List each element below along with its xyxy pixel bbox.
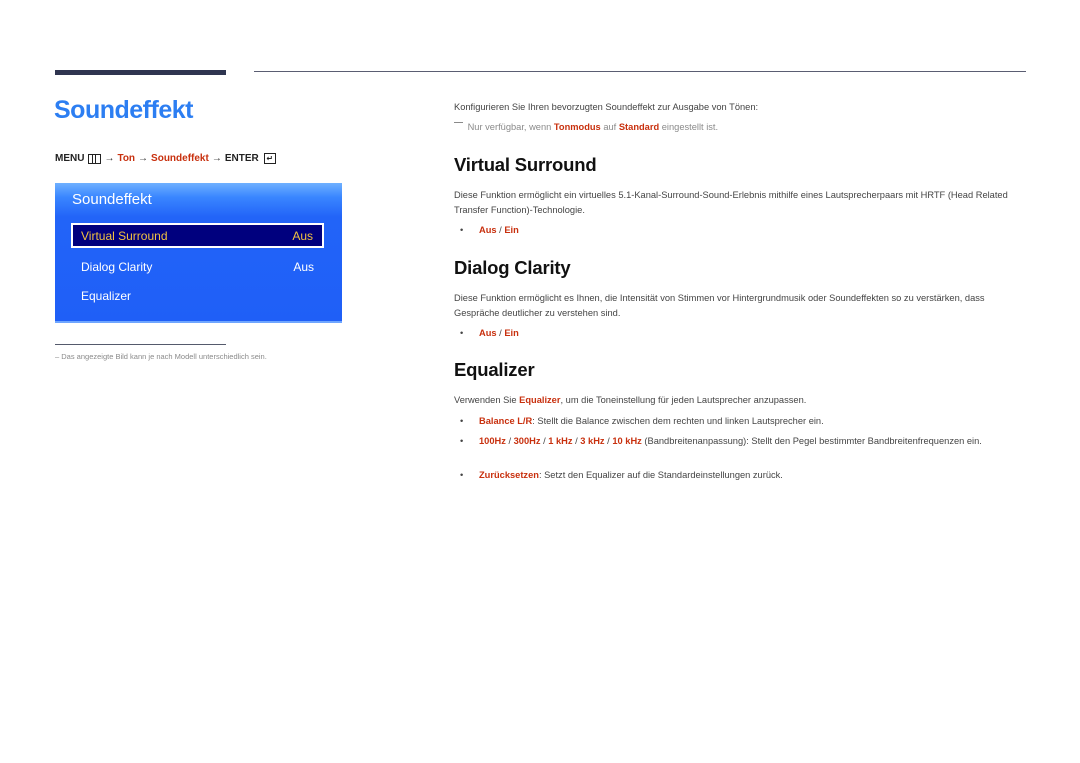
option-ein: Ein (504, 328, 519, 338)
menu-step-soundeffekt: Soundeffekt (151, 153, 209, 164)
osd-item-label: Virtual Surround (81, 228, 168, 243)
availability-note: Nur verfügbar, wenn Tonmodus auf Standar… (454, 122, 718, 132)
note-term-tonmodus: Tonmodus (553, 122, 601, 132)
enter-return-icon: ↵ (263, 153, 276, 164)
option-ein: Ein (504, 225, 519, 235)
arrow-icon: → (211, 153, 222, 164)
option-aus: Aus (479, 328, 497, 338)
osd-menu-panel: Soundeffekt Virtual Surround Aus Dialog … (55, 183, 342, 323)
arrow-icon: → (138, 153, 149, 164)
header-rule-thin (254, 71, 1026, 72)
footnote-dash: – (55, 352, 60, 361)
header-rule-thick (55, 70, 226, 75)
note-mid: auf (603, 122, 617, 132)
bullet-icon: • (460, 225, 464, 235)
intro-text: Konfigurieren Sie Ihren bevorzugten Soun… (454, 102, 759, 112)
options-dialog-clarity: • Aus / Ein (460, 326, 1030, 341)
bullet-icon: • (460, 416, 464, 426)
note-term-standard: Standard (618, 122, 660, 132)
osd-item-virtual-surround[interactable]: Virtual Surround Aus (71, 223, 324, 248)
osd-item-label: Dialog Clarity (81, 259, 153, 274)
term-300hz: 300Hz (513, 436, 541, 446)
desc-dialog-clarity: Diese Funktion ermöglicht es Ihnen, die … (454, 293, 985, 318)
term-10khz: 10 kHz (612, 436, 642, 446)
heading-virtual-surround: Virtual Surround (454, 154, 597, 175)
footnote: – Das angezeigte Bild kann je nach Model… (55, 352, 267, 361)
bullet-text: : Stellt die Balance zwischen dem rechte… (532, 416, 824, 426)
heading-dialog-clarity: Dialog Clarity (454, 257, 571, 278)
menu-step-ton: Ton (117, 153, 136, 164)
desc-term-equalizer: Equalizer (519, 395, 561, 405)
note-prefix: Nur verfügbar, wenn (467, 122, 552, 132)
desc-suffix: , um die Toneinstellung für jeden Lautsp… (560, 395, 807, 405)
bullet-icon: • (460, 328, 464, 338)
term-zuruecksetzen: Zurücksetzen (479, 470, 539, 480)
equalizer-bullet-bands: • 100Hz / 300Hz / 1 kHz / 3 kHz / 10 kHz… (460, 434, 1030, 449)
footnote-divider (55, 344, 226, 345)
footnote-text: Das angezeigte Bild kann je nach Modell … (61, 352, 267, 361)
heading-equalizer: Equalizer (454, 359, 535, 380)
term-balance: Balance L/R (479, 416, 533, 426)
option-aus: Aus (479, 225, 497, 235)
bullet-icon: • (460, 436, 464, 446)
page-title: Soundeffekt (54, 96, 193, 124)
menu-label: MENU (55, 153, 85, 164)
equalizer-bullet-reset: • Zurücksetzen: Setzt den Equalizer auf … (460, 468, 1030, 483)
desc-virtual-surround: Diese Funktion ermöglicht ein virtuelles… (454, 190, 1008, 215)
term-1khz: 1 kHz (548, 436, 573, 446)
arrow-icon: → (104, 153, 115, 164)
osd-item-value: Aus (292, 228, 313, 243)
menu-grid-icon (88, 153, 102, 164)
bullet-text: : Setzt den Equalizer auf die Standardei… (538, 470, 783, 480)
osd-menu-title: Soundeffekt (72, 191, 152, 208)
menu-path-breadcrumb: MENU → Ton → Soundeffekt → ENTER ↵ (55, 153, 276, 164)
term-3khz: 3 kHz (580, 436, 605, 446)
options-virtual-surround: • Aus / Ein (460, 223, 1030, 238)
bullet-text: (Bandbreitenanpassung): Stellt den Pegel… (641, 436, 982, 446)
note-suffix: eingestellt ist. (661, 122, 719, 132)
osd-item-dialog-clarity[interactable]: Dialog Clarity Aus (71, 254, 324, 279)
term-100hz: 100Hz (479, 436, 506, 446)
term-separator: / (505, 436, 514, 446)
osd-item-value: Aus (293, 259, 314, 274)
note-dash-icon (454, 122, 463, 123)
desc-prefix: Verwenden Sie (454, 395, 517, 405)
enter-label: ENTER (224, 153, 259, 164)
bullet-icon: • (460, 470, 464, 480)
osd-item-equalizer[interactable]: Equalizer (71, 283, 324, 308)
equalizer-bullet-balance: • Balance L/R: Stellt die Balance zwisch… (460, 414, 1030, 429)
desc-equalizer: Verwenden Sie Equalizer, um die Toneinst… (454, 393, 1029, 408)
osd-item-label: Equalizer (81, 288, 132, 303)
